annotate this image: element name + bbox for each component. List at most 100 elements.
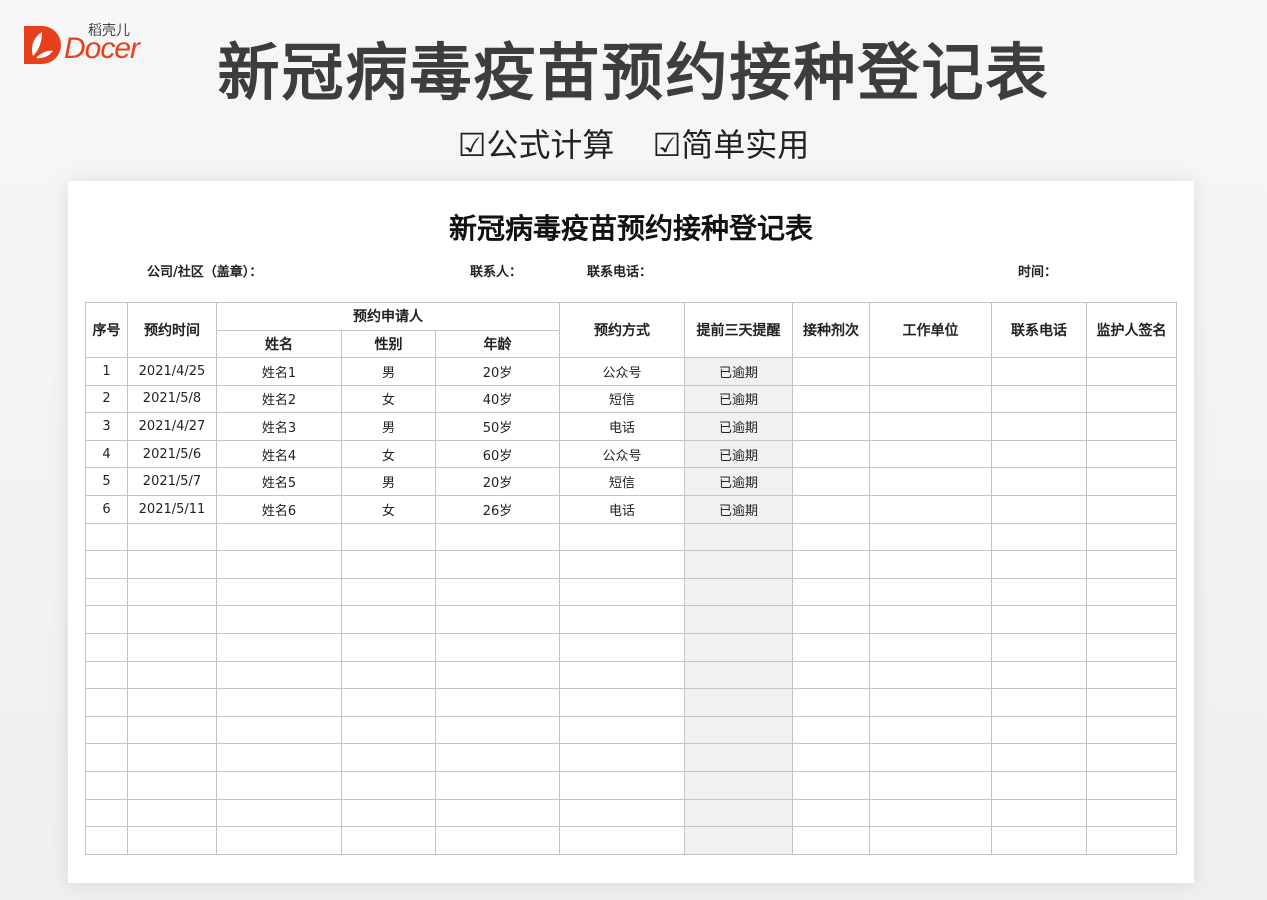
cell-method[interactable] bbox=[559, 715, 686, 745]
cell-gender[interactable] bbox=[341, 770, 436, 800]
cell-reminder[interactable] bbox=[684, 605, 794, 634]
cell-gender[interactable] bbox=[341, 798, 436, 828]
cell-seq[interactable] bbox=[85, 632, 128, 662]
cell-gender[interactable] bbox=[341, 632, 436, 662]
cell-name[interactable] bbox=[216, 826, 342, 855]
cell-workplace[interactable] bbox=[869, 550, 993, 579]
cell-gender[interactable] bbox=[341, 660, 436, 690]
cell-age[interactable] bbox=[434, 522, 561, 552]
cell-reminder[interactable]: 已逾期 bbox=[684, 357, 794, 386]
cell-workplace[interactable] bbox=[869, 412, 993, 441]
cell-guardian[interactable] bbox=[1086, 798, 1178, 828]
cell-workplace[interactable] bbox=[869, 605, 993, 634]
cell-guardian[interactable] bbox=[1086, 522, 1178, 552]
cell-reminder[interactable] bbox=[684, 660, 794, 690]
cell-appt-date[interactable] bbox=[127, 715, 217, 745]
cell-appt-date[interactable]: 2021/4/27 bbox=[127, 412, 217, 441]
cell-dose[interactable] bbox=[792, 467, 871, 496]
cell-workplace[interactable] bbox=[869, 632, 993, 662]
cell-reminder[interactable] bbox=[684, 743, 794, 772]
cell-gender[interactable] bbox=[341, 605, 436, 634]
cell-age[interactable] bbox=[434, 605, 561, 634]
cell-name[interactable] bbox=[216, 688, 342, 717]
cell-workplace[interactable] bbox=[869, 798, 993, 828]
cell-dose[interactable] bbox=[792, 660, 871, 690]
cell-workplace[interactable] bbox=[869, 522, 993, 552]
cell-name[interactable]: 姓名2 bbox=[216, 384, 342, 414]
cell-reminder[interactable] bbox=[684, 632, 794, 662]
cell-phone[interactable] bbox=[991, 605, 1088, 634]
cell-phone[interactable] bbox=[991, 798, 1088, 828]
cell-name[interactable] bbox=[216, 660, 342, 690]
cell-phone[interactable] bbox=[991, 826, 1088, 855]
cell-dose[interactable] bbox=[792, 605, 871, 634]
cell-name[interactable] bbox=[216, 550, 342, 579]
cell-method[interactable] bbox=[559, 605, 686, 634]
cell-workplace[interactable] bbox=[869, 357, 993, 386]
cell-age[interactable]: 20岁 bbox=[434, 467, 561, 496]
cell-method[interactable]: 短信 bbox=[559, 467, 686, 496]
cell-gender[interactable] bbox=[341, 550, 436, 579]
cell-workplace[interactable] bbox=[869, 688, 993, 717]
cell-workplace[interactable] bbox=[869, 577, 993, 607]
cell-workplace[interactable] bbox=[869, 715, 993, 745]
cell-guardian[interactable] bbox=[1086, 467, 1178, 496]
cell-gender[interactable] bbox=[341, 688, 436, 717]
cell-age[interactable] bbox=[434, 632, 561, 662]
cell-name[interactable]: 姓名6 bbox=[216, 494, 342, 524]
cell-gender[interactable]: 男 bbox=[341, 467, 436, 496]
cell-age[interactable]: 26岁 bbox=[434, 494, 561, 524]
cell-gender[interactable] bbox=[341, 826, 436, 855]
cell-dose[interactable] bbox=[792, 826, 871, 855]
cell-age[interactable] bbox=[434, 743, 561, 772]
cell-name[interactable] bbox=[216, 522, 342, 552]
cell-dose[interactable] bbox=[792, 798, 871, 828]
cell-name[interactable] bbox=[216, 715, 342, 745]
cell-name[interactable]: 姓名1 bbox=[216, 357, 342, 386]
cell-reminder[interactable] bbox=[684, 798, 794, 828]
cell-guardian[interactable] bbox=[1086, 577, 1178, 607]
cell-dose[interactable] bbox=[792, 357, 871, 386]
cell-seq[interactable] bbox=[85, 770, 128, 800]
cell-guardian[interactable] bbox=[1086, 715, 1178, 745]
cell-workplace[interactable] bbox=[869, 384, 993, 414]
cell-name[interactable] bbox=[216, 577, 342, 607]
cell-age[interactable] bbox=[434, 770, 561, 800]
cell-appt-date[interactable]: 2021/5/6 bbox=[127, 439, 217, 469]
cell-phone[interactable] bbox=[991, 688, 1088, 717]
cell-seq[interactable] bbox=[85, 688, 128, 717]
cell-dose[interactable] bbox=[792, 632, 871, 662]
cell-gender[interactable]: 男 bbox=[341, 412, 436, 441]
cell-method[interactable]: 电话 bbox=[559, 494, 686, 524]
cell-guardian[interactable] bbox=[1086, 632, 1178, 662]
cell-phone[interactable] bbox=[991, 743, 1088, 772]
cell-seq[interactable] bbox=[85, 577, 128, 607]
cell-reminder[interactable] bbox=[684, 550, 794, 579]
cell-name[interactable]: 姓名5 bbox=[216, 467, 342, 496]
cell-guardian[interactable] bbox=[1086, 357, 1178, 386]
cell-seq[interactable] bbox=[85, 743, 128, 772]
cell-appt-date[interactable]: 2021/5/8 bbox=[127, 384, 217, 414]
cell-reminder[interactable]: 已逾期 bbox=[684, 494, 794, 524]
cell-gender[interactable]: 女 bbox=[341, 439, 436, 469]
cell-reminder[interactable] bbox=[684, 826, 794, 855]
cell-seq[interactable]: 5 bbox=[85, 467, 128, 496]
cell-phone[interactable] bbox=[991, 550, 1088, 579]
cell-appt-date[interactable]: 2021/5/11 bbox=[127, 494, 217, 524]
cell-workplace[interactable] bbox=[869, 743, 993, 772]
cell-phone[interactable] bbox=[991, 632, 1088, 662]
cell-age[interactable] bbox=[434, 688, 561, 717]
cell-name[interactable]: 姓名4 bbox=[216, 439, 342, 469]
cell-method[interactable] bbox=[559, 550, 686, 579]
cell-phone[interactable] bbox=[991, 467, 1088, 496]
cell-dose[interactable] bbox=[792, 494, 871, 524]
cell-guardian[interactable] bbox=[1086, 826, 1178, 855]
cell-seq[interactable] bbox=[85, 550, 128, 579]
cell-gender[interactable]: 女 bbox=[341, 494, 436, 524]
cell-age[interactable]: 50岁 bbox=[434, 412, 561, 441]
cell-name[interactable] bbox=[216, 798, 342, 828]
cell-name[interactable] bbox=[216, 770, 342, 800]
cell-dose[interactable] bbox=[792, 384, 871, 414]
cell-dose[interactable] bbox=[792, 439, 871, 469]
cell-guardian[interactable] bbox=[1086, 550, 1178, 579]
